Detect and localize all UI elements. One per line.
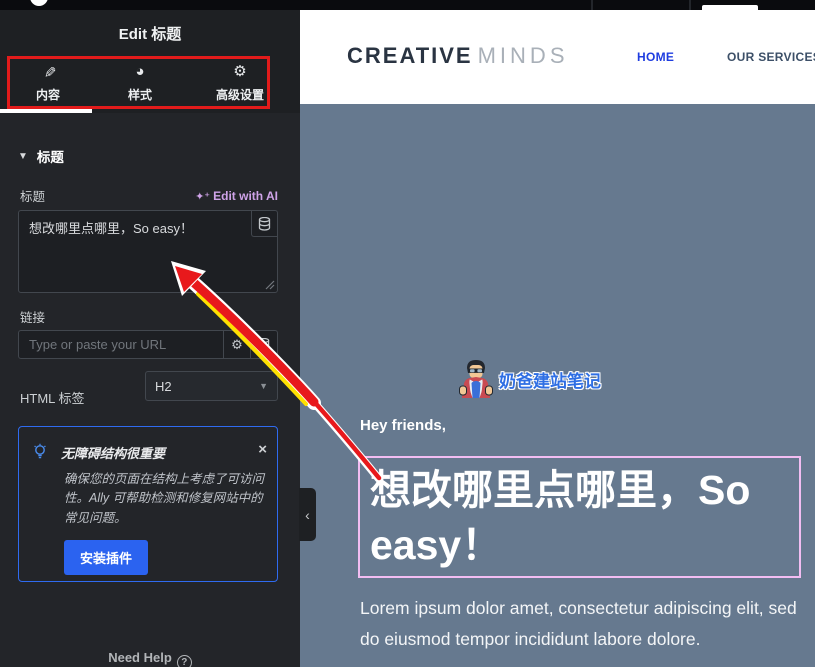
panel-collapse-handle[interactable]: ‹ (299, 488, 316, 541)
site-logo[interactable]: CREATIVEMINDS (347, 43, 569, 69)
elementor-logo-icon[interactable] (30, 0, 48, 6)
edit-with-ai-button[interactable]: ✦⁺Edit with AI (195, 189, 278, 203)
gear-icon: ⚙ (198, 64, 282, 80)
gear-icon: ⚙ (231, 337, 243, 353)
notice-body: 确保您的页面在结构上考虑了可访问性。Ally 可帮助检测和修复网站中的常见问题。 (64, 470, 266, 528)
title-textarea[interactable]: 想改哪里点哪里，So easy！ (18, 210, 278, 293)
active-tab-indicator (0, 109, 92, 113)
hero-greeting: Hey friends, (360, 417, 446, 434)
contrast-icon: ◕ (98, 64, 182, 80)
pencil-icon: ✎ (6, 64, 90, 80)
superhero-avatar-icon (457, 359, 495, 399)
tab-style[interactable]: ◕ 样式 (98, 64, 182, 103)
watermark-text: 奶爸建站笔记 (499, 367, 601, 392)
top-app-bar (0, 0, 815, 10)
preview-canvas: CREATIVEMINDS HOME OUR SERVICES (300, 10, 815, 667)
chevron-down-icon: ▼ (259, 381, 268, 391)
database-icon (258, 338, 270, 351)
sparkle-icon: ✦⁺ (195, 191, 210, 203)
html-tag-label: HTML 标签 (20, 388, 85, 407)
panel-title: Edit 标题 (0, 10, 300, 56)
accessibility-notice: 无障碍结构很重要 × 确保您的页面在结构上考虑了可访问性。Ally 可帮助检测和… (18, 426, 278, 582)
chevron-down-icon: ▼ (18, 151, 28, 162)
tab-content[interactable]: ✎ 内容 (6, 64, 90, 103)
site-watermark: 奶爸建站笔记 (457, 359, 601, 399)
install-plugin-button[interactable]: 安装插件 (64, 540, 148, 575)
nav-item-home[interactable]: HOME (637, 50, 674, 64)
hero-heading: 想改哪里点哪里，So easy！ (370, 463, 789, 573)
panel-header-area: Edit 标题 ✎ 内容 ◕ 样式 ⚙ 高级设置 (0, 10, 300, 113)
html-tag-select[interactable]: H2 ▼ (145, 371, 278, 401)
url-input[interactable] (19, 331, 223, 358)
elementor-editor: Edit 标题 ✎ 内容 ◕ 样式 ⚙ 高级设置 ▼ 标题 标题 ✦⁺Edit … (0, 0, 815, 667)
selected-heading-widget[interactable]: 想改哪里点哪里，So easy！ (358, 456, 801, 578)
title-field-label: 标题 (20, 186, 45, 205)
database-icon (258, 217, 271, 231)
notice-title: 无障碍结构很重要 (61, 443, 258, 462)
close-icon[interactable]: × (258, 443, 267, 457)
dynamic-tags-button[interactable] (251, 211, 277, 237)
nav-item-our-services[interactable]: OUR SERVICES (727, 50, 815, 64)
hero-section: 奶爸建站笔记 Hey friends, 想改哪里点哪里，So easy！ Lor… (300, 104, 815, 667)
question-mark-icon: ? (177, 655, 192, 667)
link-dynamic-tags-button[interactable] (250, 331, 277, 358)
topbar-divider (591, 0, 593, 10)
section-header-title[interactable]: ▼ 标题 (18, 146, 64, 166)
tab-advanced[interactable]: ⚙ 高级设置 (198, 64, 282, 103)
lightbulb-icon (32, 443, 48, 461)
hero-paragraph: Lorem ipsum dolor amet, consectetur adip… (360, 593, 812, 655)
resize-handle[interactable] (265, 280, 275, 290)
topbar-divider (689, 0, 691, 10)
link-field-label: 链接 (20, 307, 45, 326)
publish-button[interactable] (702, 5, 758, 10)
editor-panel: Edit 标题 ✎ 内容 ◕ 样式 ⚙ 高级设置 ▼ 标题 标题 ✦⁺Edit … (0, 10, 300, 667)
chevron-left-icon: ‹ (305, 507, 310, 523)
link-options-button[interactable]: ⚙ (223, 331, 250, 358)
need-help-link[interactable]: Need Help? (0, 650, 300, 667)
